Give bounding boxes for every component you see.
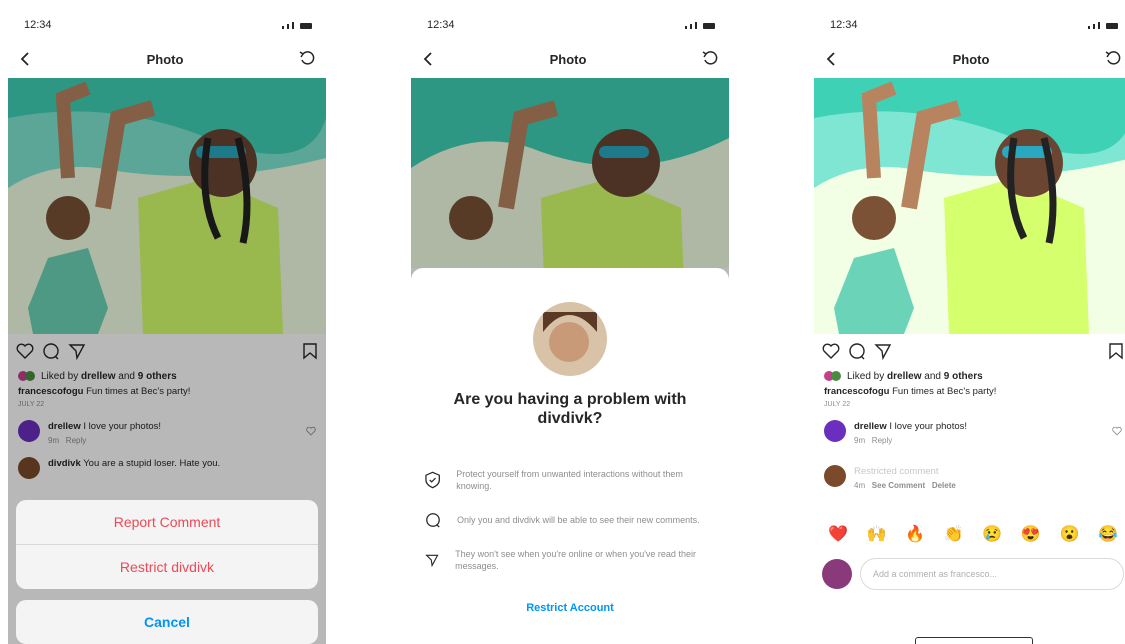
nav-bar: Photo [411,40,729,78]
status-time: 12:34 [830,19,858,31]
comment-row: drellew I love your photos! 9m Reply [814,414,1125,451]
page-title: Photo [146,51,184,67]
info-text: They won't see when you're online or whe… [455,549,696,571]
signal-battery-icon [1088,21,1118,29]
screen-action-sheet: 12:34 Photo Liked by drellew and 9 other… [8,10,326,644]
comment-text: I love your photos! [889,421,968,432]
caption: francescofogu Fun times at Bec's party! [814,384,1125,399]
screen-restrict-modal: 12:34 Photo Are you having a problem wit… [411,10,729,644]
status-bar: 12:34 [814,10,1125,40]
cancel-button[interactable]: Cancel [16,600,318,644]
signal-battery-icon [282,21,312,29]
post-actions [814,334,1125,368]
liked-others[interactable]: 9 others [944,371,983,382]
caption-user[interactable]: francescofogu [824,386,889,397]
status-time: 12:34 [24,19,52,31]
emoji-button[interactable]: 🔥 [905,524,925,544]
add-comment-input[interactable]: Add a comment as francesco... [860,558,1124,590]
home-indicator [915,637,1033,644]
comment-time: 4m [854,481,866,490]
shield-icon [425,471,440,489]
profile-avatar [533,302,607,376]
back-icon[interactable] [824,51,838,67]
info-row: Protect yourself from unwanted interacti… [411,468,729,492]
info-text: Only you and divdivk will be able to see… [457,515,700,525]
avatar[interactable] [824,465,846,487]
nav-bar: Photo [8,40,326,78]
restrict-account-button[interactable]: Restrict Account [411,602,729,614]
refresh-icon[interactable] [1104,50,1122,68]
reply-link[interactable]: Reply [872,436,892,445]
restricted-comment-row: Restricted comment 4m See Comment Delete [814,459,1125,496]
caption-text: Fun times at Bec's party! [892,386,997,397]
emoji-reaction-bar: ❤️ 🙌 🔥 👏 😢 😍 😮 😂 [814,524,1125,544]
back-icon[interactable] [18,51,32,67]
liker-avatars [824,371,841,381]
restrict-user-button[interactable]: Restrict divdivk [16,545,318,589]
info-row: Only you and divdivk will be able to see… [411,512,729,528]
emoji-button[interactable]: 😮 [1059,524,1079,544]
avatar [822,559,852,589]
refresh-icon[interactable] [701,50,719,68]
emoji-button[interactable]: 😍 [1021,524,1041,544]
emoji-button[interactable]: ❤️ [828,524,848,544]
send-icon [425,554,439,568]
heart-icon[interactable] [1112,426,1122,436]
info-text: Protect yourself from unwanted interacti… [456,469,683,491]
heart-icon[interactable] [822,342,840,360]
post-date: JULY 22 [824,401,851,408]
delete-link[interactable]: Delete [932,481,956,490]
bookmark-icon[interactable] [1108,342,1124,360]
restrict-dialog: Are you having a problem with divdivk? P… [411,268,729,644]
screen-restricted-view: 12:34 Photo Liked by drellew and 9 other… [814,10,1125,644]
page-title: Photo [549,51,587,67]
comment-icon[interactable] [848,342,866,360]
send-icon[interactable] [874,342,892,360]
emoji-button[interactable]: 😢 [982,524,1002,544]
action-sheet: Report Comment Restrict divdivk [16,500,318,589]
refresh-icon[interactable] [298,50,316,68]
page-title: Photo [952,51,990,67]
info-row: They won't see when you're online or whe… [411,548,729,572]
liked-user[interactable]: drellew [887,371,921,382]
see-comment-link[interactable]: See Comment [872,481,925,490]
back-icon[interactable] [421,51,435,67]
status-bar: 12:34 [411,10,729,40]
nav-bar: Photo [814,40,1125,78]
avatar[interactable] [824,420,846,442]
post-photo [814,78,1125,334]
likes-row: Liked by drellew and 9 others [814,368,1125,384]
dialog-title: Are you having a problem with divdivk? [453,391,687,427]
comment-user[interactable]: drellew [854,421,887,432]
emoji-button[interactable]: 👏 [944,524,964,544]
emoji-button[interactable]: 🙌 [867,524,887,544]
signal-battery-icon [685,21,715,29]
status-bar: 12:34 [8,10,326,40]
status-time: 12:34 [427,19,455,31]
liked-and: and [924,370,941,382]
liked-prefix: Liked by [847,370,885,382]
report-comment-button[interactable]: Report Comment [16,500,318,545]
cancel-sheet: Cancel [16,600,318,644]
emoji-button[interactable]: 😂 [1098,524,1118,544]
restricted-label: Restricted comment [854,466,939,477]
comment-icon [426,513,440,528]
add-comment-row: Add a comment as francesco... [814,558,1125,590]
comment-time: 9m [854,436,866,445]
